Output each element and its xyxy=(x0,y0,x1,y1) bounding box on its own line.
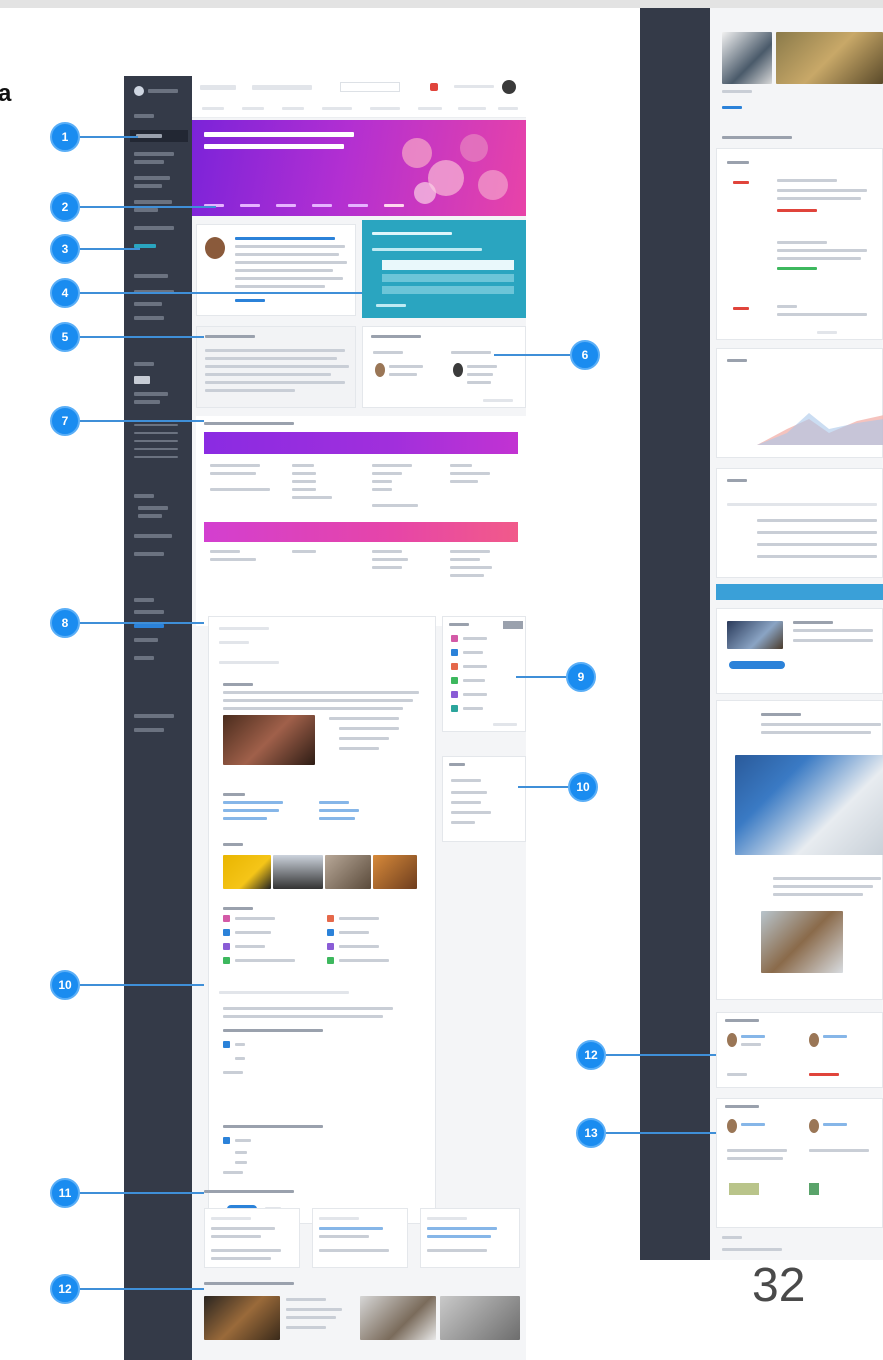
people-widget xyxy=(716,1012,883,1088)
callout-badge-3: 3 xyxy=(50,234,80,264)
notification-icon[interactable] xyxy=(430,83,438,91)
callout-badge-right-12: 12 xyxy=(576,1040,606,1070)
tasks-widget xyxy=(442,616,526,732)
callout-badge-7: 7 xyxy=(50,406,80,436)
slide-title-fragment: a xyxy=(0,80,12,107)
callout-badge-4: 4 xyxy=(50,278,80,308)
area-chart-card xyxy=(716,348,883,458)
links-widget xyxy=(442,756,526,842)
callout-badge-5: 5 xyxy=(50,322,80,352)
ceo-photo xyxy=(205,237,225,259)
hero-banner[interactable] xyxy=(192,120,526,216)
announcement-card xyxy=(196,326,356,408)
events-section xyxy=(200,1184,526,1280)
callout-badge-11: 11 xyxy=(50,1178,80,1208)
search-input[interactable] xyxy=(340,82,400,92)
callout-badge-12: 12 xyxy=(50,1274,80,1304)
photo-gallery-section xyxy=(200,1278,526,1360)
avatar[interactable] xyxy=(502,80,516,94)
welcome-card xyxy=(196,224,356,316)
callout-badge-right-13: 13 xyxy=(576,1118,606,1148)
table-card xyxy=(716,468,883,578)
article-card xyxy=(716,700,883,1000)
right-sidebar xyxy=(640,8,710,1260)
sidebar-calendar[interactable] xyxy=(134,418,184,464)
callout-badge-10b: 10 xyxy=(50,970,80,1000)
blue-banner[interactable] xyxy=(716,584,883,600)
top-header xyxy=(192,76,526,98)
top-nav xyxy=(192,98,526,118)
slide-top-border xyxy=(0,0,883,8)
documents-widget xyxy=(716,1098,883,1228)
left-portal-mockup xyxy=(124,76,526,1360)
services-grid xyxy=(196,416,526,626)
news-feed xyxy=(208,616,436,1224)
callout-badge-2: 2 xyxy=(50,192,80,222)
birthdays-card xyxy=(362,326,526,408)
logo-icon xyxy=(134,86,144,96)
presentation-slide: a 1 2 3 4 5 6 7 8 9 10 10 11 12 12 13 32 xyxy=(0,0,883,1360)
post-image-laptop xyxy=(223,715,315,765)
promo-card xyxy=(716,608,883,694)
callout-badge-8: 8 xyxy=(50,608,80,638)
left-sidebar xyxy=(124,76,192,1360)
page-number: 32 xyxy=(752,1259,806,1312)
callout-badge-10a: 10 xyxy=(568,772,598,802)
callout-badge-6: 6 xyxy=(570,340,600,370)
callout-badge-9: 9 xyxy=(566,662,596,692)
callout-badge-1: 1 xyxy=(50,122,80,152)
area-chart xyxy=(757,413,883,445)
right-portal-mockup xyxy=(710,8,883,1260)
calendar-events xyxy=(716,148,883,340)
quick-access-panel[interactable] xyxy=(362,220,526,318)
